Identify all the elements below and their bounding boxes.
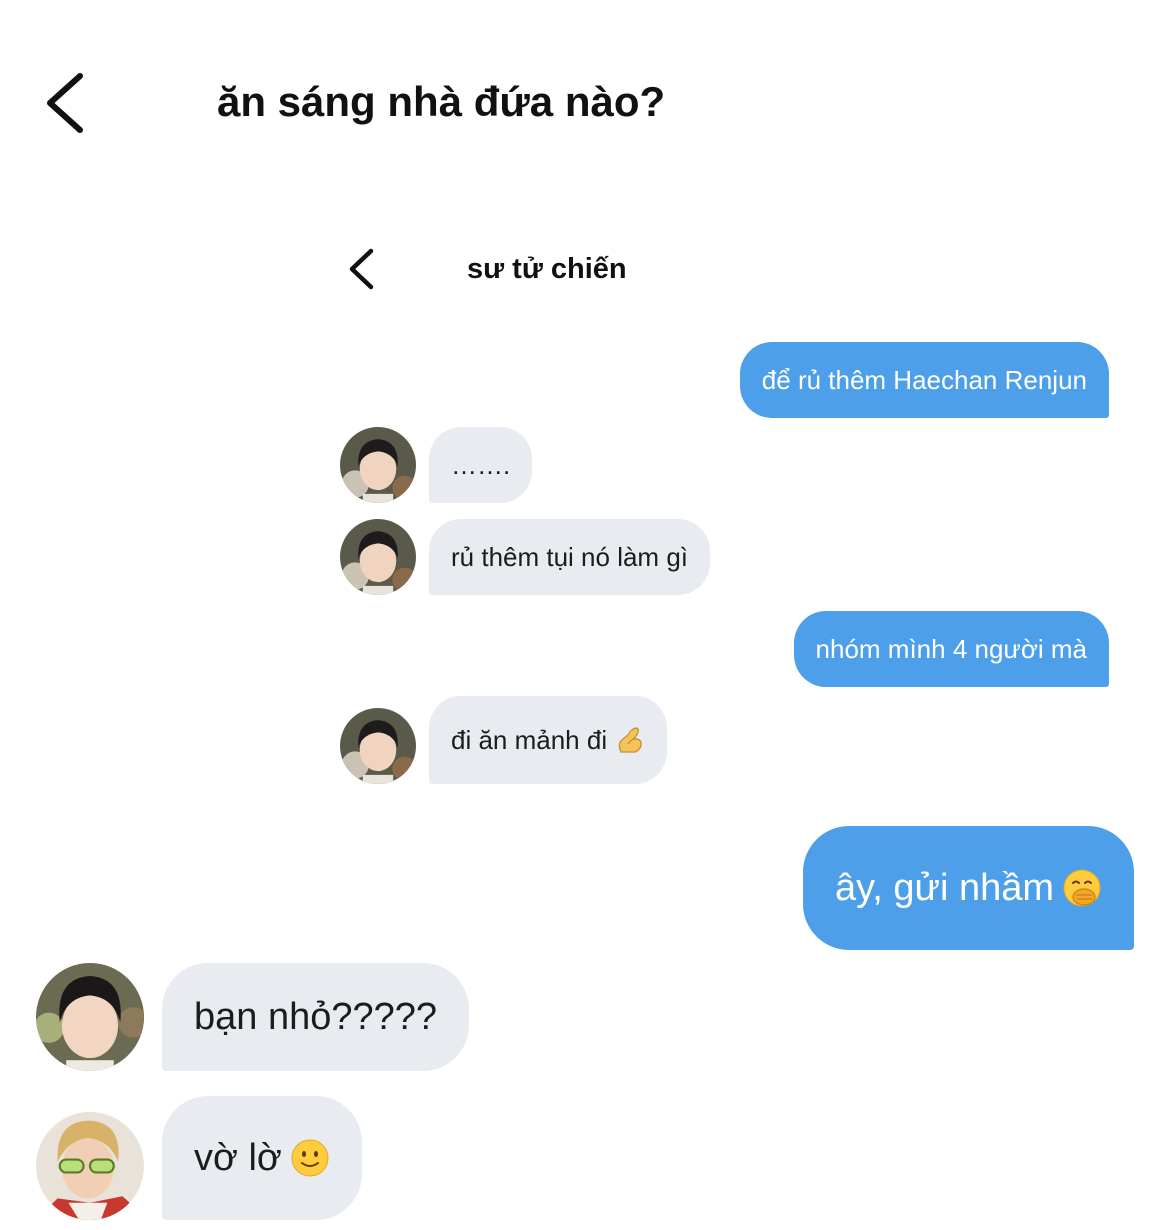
- avatar[interactable]: [36, 963, 144, 1071]
- embedded-chat-title: sư tử chiến: [467, 253, 627, 285]
- message-text: nhóm mình 4 người mà: [815, 633, 1087, 664]
- embedded-back-button[interactable]: [344, 246, 380, 292]
- avatar[interactable]: [340, 708, 416, 784]
- message-bubble-incoming[interactable]: đi ăn mảnh đi: [429, 696, 668, 784]
- message-bubble-incoming[interactable]: …….: [429, 427, 533, 503]
- message-text: …….: [451, 449, 511, 480]
- message-text: rủ thêm tụi nó làm gì: [451, 541, 688, 572]
- chevron-left-icon: [47, 73, 83, 133]
- message-text: ây, gửi nhầm: [834, 866, 1054, 909]
- person-avatar-image: [36, 1112, 144, 1220]
- avatar[interactable]: [340, 519, 416, 595]
- slightly-smiling-face-emoji: [291, 1139, 329, 1177]
- message-text: để rủ thêm Haechan Renjun: [761, 364, 1087, 395]
- person-avatar-image: [340, 427, 416, 503]
- person-avatar-image: [340, 519, 416, 595]
- message-bubble-outgoing[interactable]: để rủ thêm Haechan Renjun: [739, 342, 1109, 418]
- person-avatar-image: [36, 963, 144, 1071]
- message-bubble-incoming[interactable]: vờ lờ: [162, 1096, 362, 1220]
- message-bubble-outgoing[interactable]: nhóm mình 4 người mà: [793, 611, 1109, 687]
- avatar[interactable]: [36, 1112, 144, 1220]
- pinching-hand-emoji: [618, 727, 642, 753]
- chevron-left-icon: [349, 248, 374, 290]
- message-text: vờ lờ: [194, 1136, 282, 1179]
- message-text: đi ăn mảnh đi: [451, 724, 608, 755]
- page-title: ăn sáng nhà đứa nào?: [217, 78, 666, 125]
- message-bubble-incoming[interactable]: bạn nhỏ?????: [162, 963, 470, 1071]
- face-with-hand-over-mouth-emoji: [1063, 869, 1101, 907]
- message-text: bạn nhỏ?????: [194, 995, 438, 1038]
- message-bubble-outgoing[interactable]: ây, gửi nhầm: [802, 826, 1134, 950]
- person-avatar-image: [340, 708, 416, 784]
- avatar[interactable]: [340, 427, 416, 503]
- back-button[interactable]: [40, 70, 90, 136]
- message-bubble-incoming[interactable]: rủ thêm tụi nó làm gì: [429, 519, 710, 595]
